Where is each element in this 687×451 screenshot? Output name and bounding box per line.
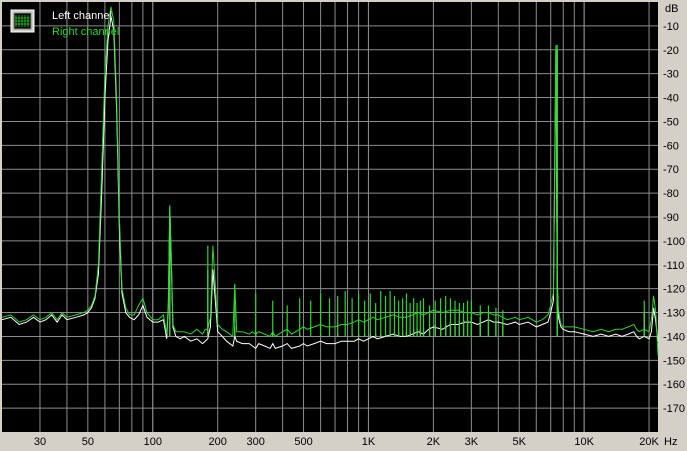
y-tick-label: -170 <box>663 403 685 415</box>
y-tick-label: -80 <box>663 188 679 200</box>
y-tick-label: -90 <box>663 212 679 224</box>
y-tick-label: -50 <box>663 116 679 128</box>
y-tick-label: -20 <box>663 45 679 57</box>
spectrum-analyzer-window: -10 -20 -30 -40 -50 -60 -70 -80 -90 -100 -110 -120 -… <box>0 0 687 451</box>
y-tick-label: -140 <box>663 331 685 343</box>
y-tick-label: -100 <box>663 236 685 248</box>
x-tick-label: 2K <box>427 436 441 448</box>
x-tick-label: 10K <box>574 436 594 448</box>
x-tick-label: 3K <box>465 436 479 448</box>
y-tick-label: -120 <box>663 284 685 296</box>
y-unit-label: dB <box>665 3 678 15</box>
y-tick-label: -160 <box>663 379 685 391</box>
legend-right-channel: Right channel <box>52 26 119 38</box>
y-tick-label: -130 <box>663 308 685 320</box>
x-unit-label: Hz <box>664 436 677 448</box>
y-axis-tick-labels: -10 -20 -30 -40 -50 -60 -70 -80 -90 -100 -110 -120 -… <box>663 21 685 415</box>
y-tick-label: -60 <box>663 140 679 152</box>
y-tick-label: -30 <box>663 69 679 81</box>
x-tick-label: 500 <box>294 436 312 448</box>
spectrum-chart: -10 -20 -30 -40 -50 -60 -70 -80 -90 -100 -110 -120 -… <box>1 2 685 448</box>
legend-left-channel: Left channel <box>52 10 112 22</box>
y-tick-label: -150 <box>663 355 685 367</box>
y-tick-label: -70 <box>663 164 679 176</box>
x-tick-label: 100 <box>144 436 162 448</box>
x-tick-label: 30 <box>34 436 46 448</box>
y-tick-label: -10 <box>663 21 679 33</box>
x-tick-label: 200 <box>209 436 227 448</box>
y-tick-label: -110 <box>663 260 684 272</box>
y-tick-label: -40 <box>663 93 679 105</box>
x-tick-label: 5K <box>512 436 526 448</box>
x-tick-label: 20K <box>639 436 659 448</box>
x-tick-label: 50 <box>82 436 94 448</box>
x-tick-label: 1K <box>362 436 376 448</box>
x-axis-tick-labels: 30 50 100 200 300 500 1K 2K 3K 5K 10K 20K <box>34 436 660 448</box>
x-tick-label: 300 <box>246 436 264 448</box>
spectrum-chart-icon <box>10 9 35 33</box>
